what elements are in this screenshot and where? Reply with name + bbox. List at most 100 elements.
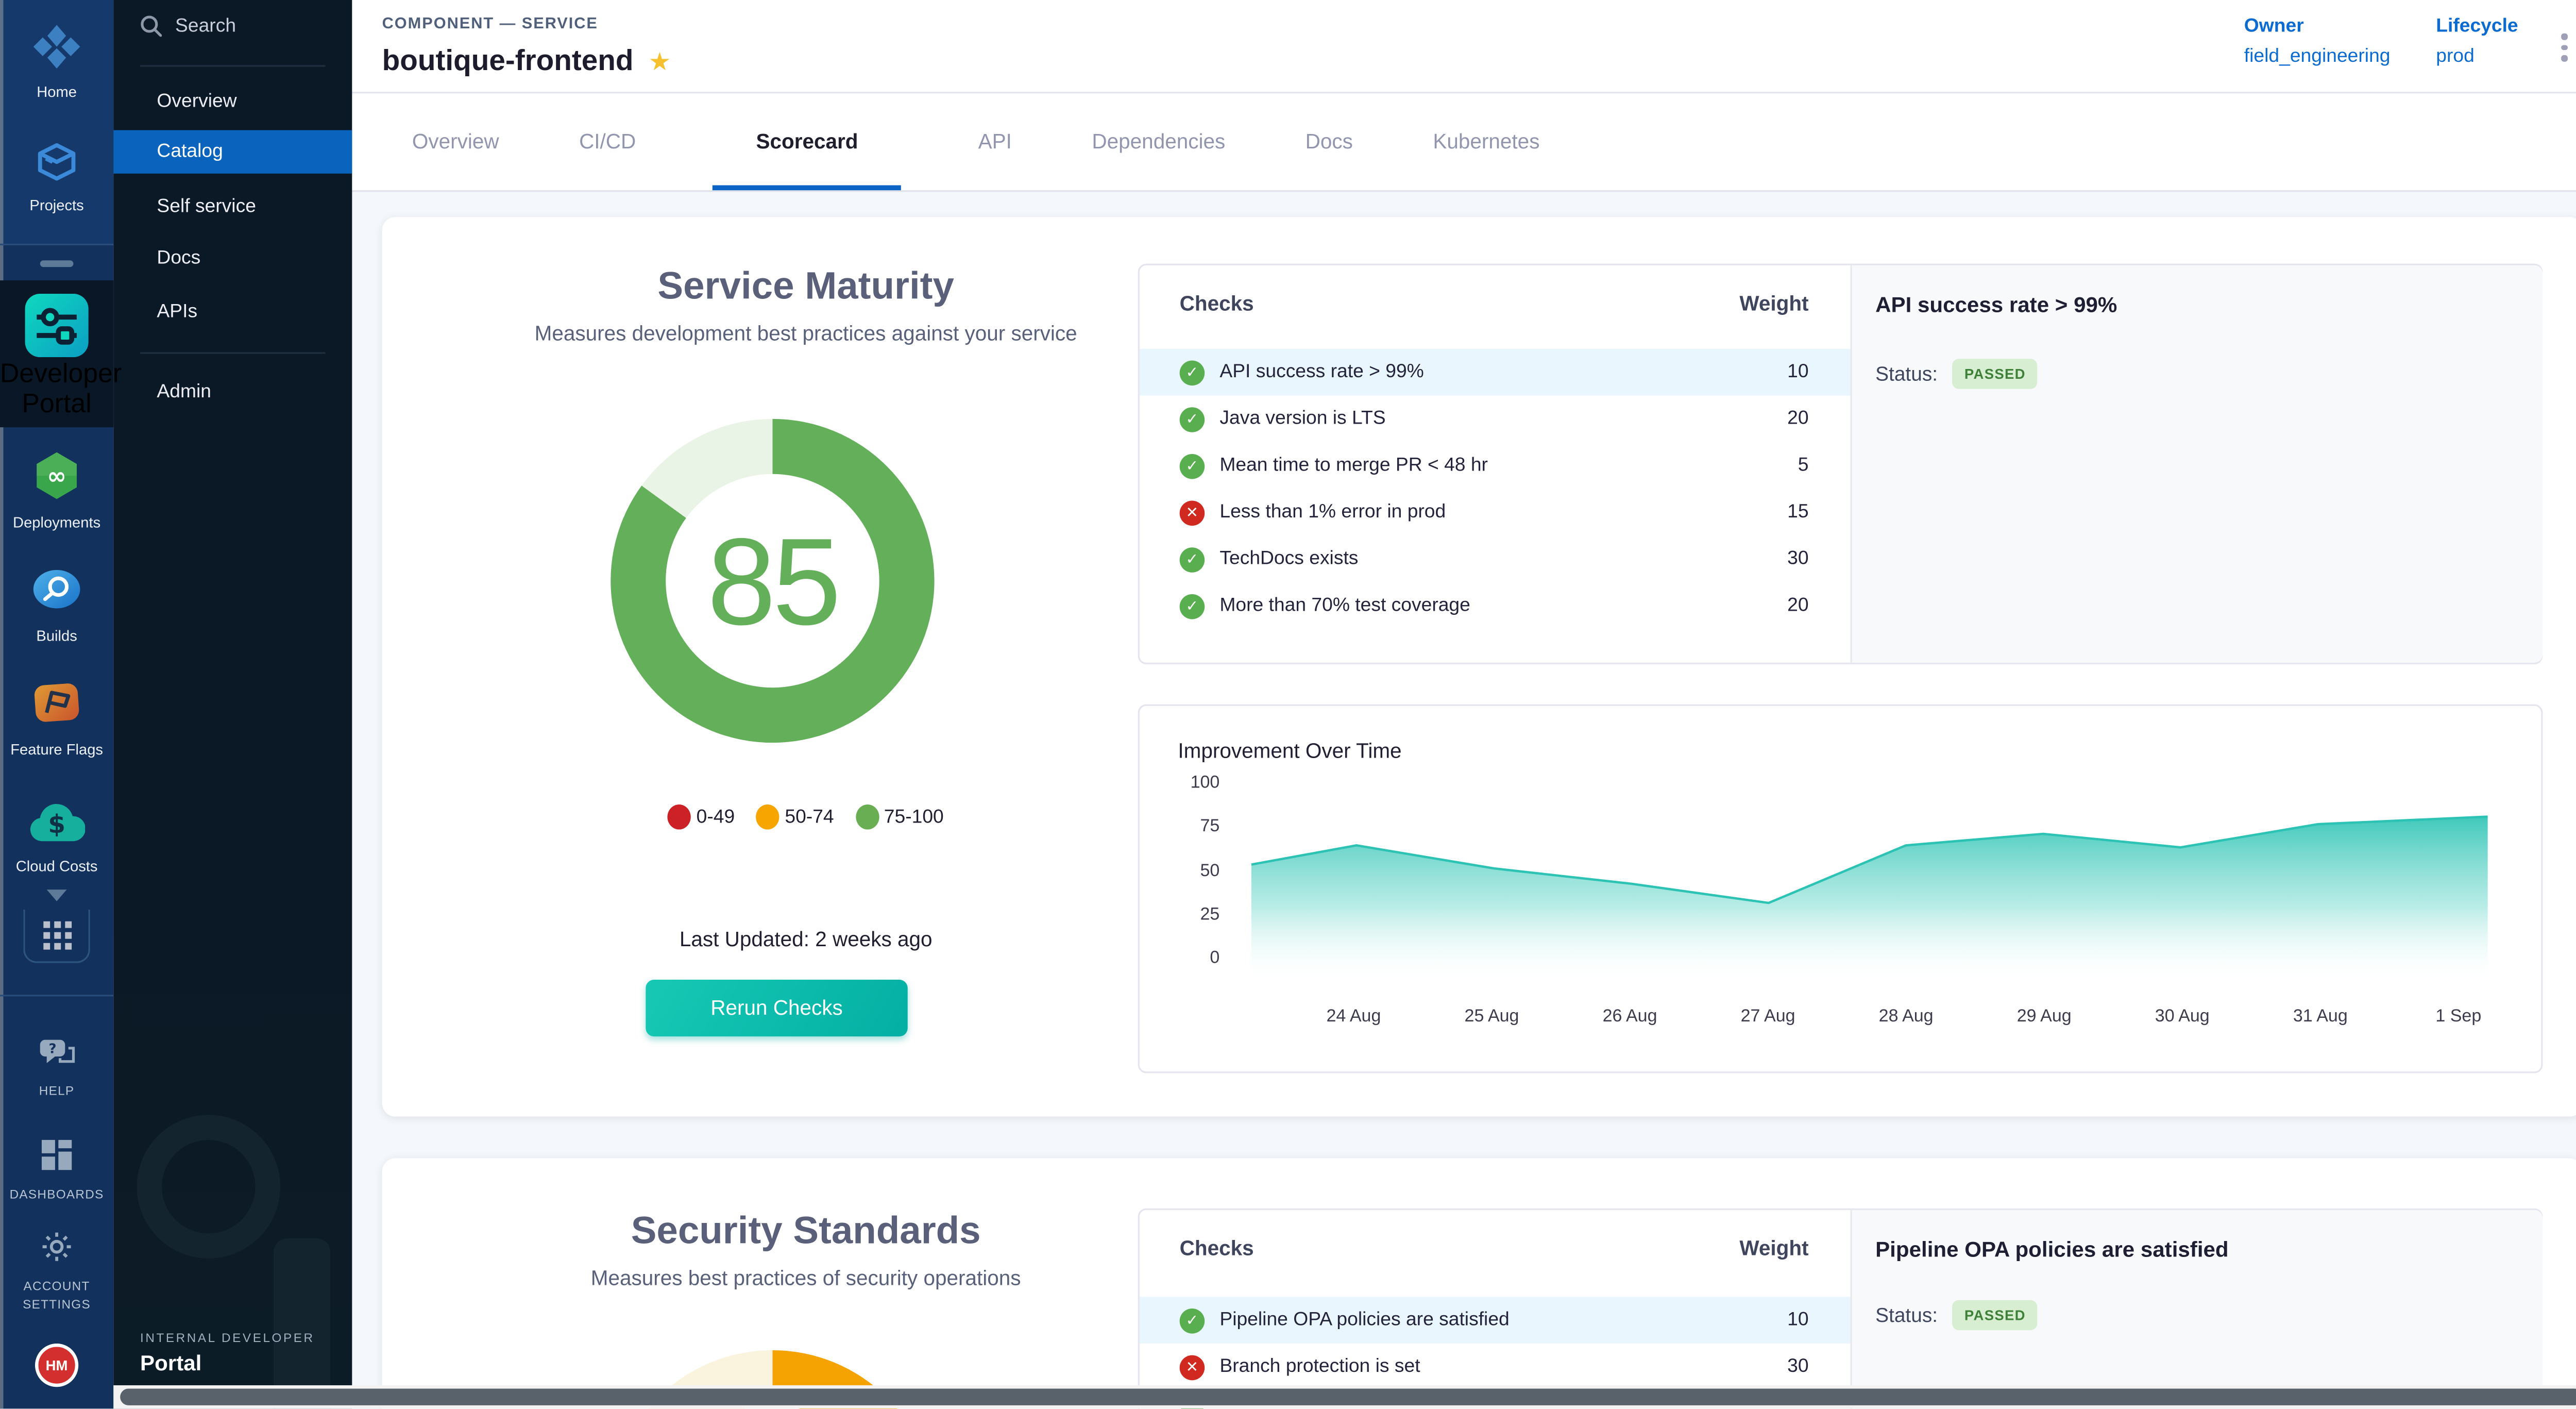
- check-row[interactable]: ✕Branch protection is set30: [1140, 1344, 1851, 1390]
- rail-item-dashboards[interactable]: DASHBOARDS: [0, 1138, 113, 1203]
- check-fail-icon: ✕: [1180, 1354, 1205, 1380]
- legend-dot: [668, 804, 691, 830]
- sidebar-item-developer-portal[interactable]: Developer Portal: [0, 280, 113, 427]
- developer-portal-icon: [25, 294, 89, 357]
- legend-item: 75-100: [856, 804, 944, 830]
- avatar[interactable]: HM: [35, 1344, 78, 1387]
- owner-label: Owner: [2244, 16, 2391, 37]
- rail-item-account-settings[interactable]: ACCOUNTSETTINGS: [0, 1230, 113, 1314]
- check-name: TechDocs exists: [1219, 549, 1787, 569]
- chart-title: Improvement Over Time: [1178, 740, 1401, 763]
- module-label: Developer: [0, 361, 122, 389]
- scrollbar-thumb[interactable]: [120, 1389, 2576, 1405]
- check-weight: 5: [1798, 456, 1809, 476]
- sidebar-item-self-service[interactable]: Self service: [113, 185, 352, 228]
- score-value: 85: [611, 419, 934, 743]
- check-pass-icon: ✓: [1180, 360, 1205, 385]
- checks-column-header: Checks: [1180, 292, 1254, 315]
- sidebar-item-admin[interactable]: Admin: [113, 371, 352, 414]
- footer-eyebrow: INTERNAL DEVELOPER: [140, 1330, 315, 1345]
- tab-kubernetes[interactable]: Kubernetes: [1430, 93, 1543, 190]
- svg-text:?: ?: [48, 1042, 56, 1057]
- legend-item: 0-49: [668, 804, 735, 830]
- check-row[interactable]: ✓More than 70% test coverage20: [1140, 582, 1851, 629]
- lifecycle-meta[interactable]: Lifecycle prod: [2436, 16, 2518, 66]
- tab-dependencies[interactable]: Dependencies: [1089, 93, 1229, 190]
- sidebar-divider: [140, 65, 325, 66]
- x-axis-tick: 24 Aug: [1303, 1007, 1403, 1027]
- check-detail-panel: API success rate > 99% Status: PASSED: [1851, 265, 2543, 663]
- check-row[interactable]: ✓TechDocs exists30: [1140, 536, 1851, 583]
- sidebar-item-docs[interactable]: Docs: [113, 237, 352, 280]
- sidebar-item-catalog[interactable]: Catalog: [113, 130, 352, 174]
- tab-api[interactable]: API: [975, 93, 1015, 190]
- check-weight: 10: [1787, 362, 1808, 382]
- module-grid-button[interactable]: [23, 910, 90, 963]
- check-weight: 20: [1787, 596, 1808, 616]
- check-name: Java version is LTS: [1219, 409, 1787, 429]
- module-rail: Home Projects Developer Portal ∞Deploymen…: [0, 0, 113, 1409]
- x-axis-tick: 31 Aug: [2270, 1007, 2370, 1027]
- legend-item: 50-74: [756, 804, 834, 830]
- check-row[interactable]: ✓Java version is LTS20: [1140, 396, 1851, 443]
- weight-column-header: Weight: [1730, 292, 1808, 315]
- sidebar-item-apis[interactable]: APIs: [113, 291, 352, 334]
- tab-bar: Overview CI/CD Scorecard API Dependencies Doc…: [352, 93, 2576, 192]
- scorecard-title: Service Maturity: [414, 264, 1198, 309]
- rail-item-builds[interactable]: Builds: [0, 564, 113, 646]
- sidebar-divider: [140, 352, 325, 354]
- tab-docs[interactable]: Docs: [1302, 93, 1356, 190]
- rail-collapse-handle[interactable]: [40, 260, 74, 267]
- tab-scorecard[interactable]: Scorecard: [713, 93, 901, 190]
- pipeline-decoration: [274, 1238, 330, 1409]
- svg-text:∞: ∞: [47, 462, 66, 490]
- horizontal-scrollbar[interactable]: [113, 1386, 2576, 1409]
- main-content: COMPONENT — SERVICE boutique-frontend ★ …: [352, 0, 2576, 1409]
- sidebar-item-overview[interactable]: Overview: [113, 80, 352, 123]
- chevron-down-icon[interactable]: [47, 890, 67, 901]
- legend-label: 50-74: [785, 807, 834, 827]
- owner-meta[interactable]: Owner field_engineering: [2244, 16, 2391, 66]
- pipeline-decoration: [137, 1115, 281, 1259]
- area-chart: [1248, 779, 2491, 986]
- checks-panel: Checks Weight ✓Pipeline OPA policies are…: [1138, 1209, 2543, 1409]
- check-fail-icon: ✕: [1180, 500, 1205, 525]
- status-badge: PASSED: [1953, 1300, 2037, 1330]
- rail-item-deployments[interactable]: ∞Deployments: [0, 450, 113, 532]
- check-name: More than 70% test coverage: [1219, 596, 1787, 616]
- owner-value[interactable]: field_engineering: [2244, 47, 2391, 67]
- x-axis-tick: 30 Aug: [2132, 1007, 2232, 1027]
- check-pass-icon: ✓: [1180, 1307, 1205, 1333]
- deployments-icon: ∞: [30, 479, 83, 507]
- footer-title: Portal: [140, 1350, 315, 1376]
- rail-item-cloud-costs[interactable]: $Cloud Costs: [0, 801, 113, 876]
- more-menu-icon[interactable]: [2551, 28, 2576, 65]
- scorecard-subtitle: Measures development best practices agai…: [414, 322, 1198, 345]
- check-row[interactable]: ✓API success rate > 99%10: [1140, 349, 1851, 396]
- rerun-checks-button[interactable]: Rerun Checks: [646, 980, 907, 1036]
- check-pass-icon: ✓: [1180, 547, 1205, 572]
- lifecycle-value[interactable]: prod: [2436, 47, 2475, 67]
- tab-overview[interactable]: Overview: [409, 93, 502, 190]
- tab-cicd[interactable]: CI/CD: [576, 93, 639, 190]
- app-window: Home Projects Developer Portal ∞Deploymen…: [0, 0, 2576, 1409]
- legend-label: 0-49: [697, 807, 735, 827]
- y-axis-tick: 25: [1170, 904, 1219, 925]
- score-legend: 0-49 50-74 75-100: [414, 804, 1198, 830]
- check-row[interactable]: ✓Mean time to merge PR < 48 hr5: [1140, 442, 1851, 489]
- check-detail-title: Pipeline OPA policies are satisfied: [1875, 1237, 2229, 1262]
- rail-item-projects[interactable]: Projects: [0, 140, 113, 215]
- favorite-star-icon[interactable]: ★: [649, 46, 671, 76]
- status-label: Status:: [1875, 362, 1938, 385]
- weight-column-header: Weight: [1730, 1237, 1808, 1260]
- lifecycle-label: Lifecycle: [2436, 16, 2518, 37]
- sidebar-footer: INTERNAL DEVELOPER Portal: [140, 1330, 315, 1375]
- rail-item-feature-flags[interactable]: Feature Flags: [0, 678, 113, 760]
- rail-item-help[interactable]: ?HELP: [0, 1038, 113, 1100]
- search-input[interactable]: Search: [140, 15, 236, 37]
- check-weight: 20: [1787, 409, 1808, 429]
- rail-item-home[interactable]: Home: [0, 23, 113, 102]
- check-row[interactable]: ✓Pipeline OPA policies are satisfied10: [1140, 1297, 1851, 1344]
- check-row[interactable]: ✕Less than 1% error in prod15: [1140, 489, 1851, 536]
- last-updated-text: Last Updated: 2 weeks ago: [414, 928, 1198, 951]
